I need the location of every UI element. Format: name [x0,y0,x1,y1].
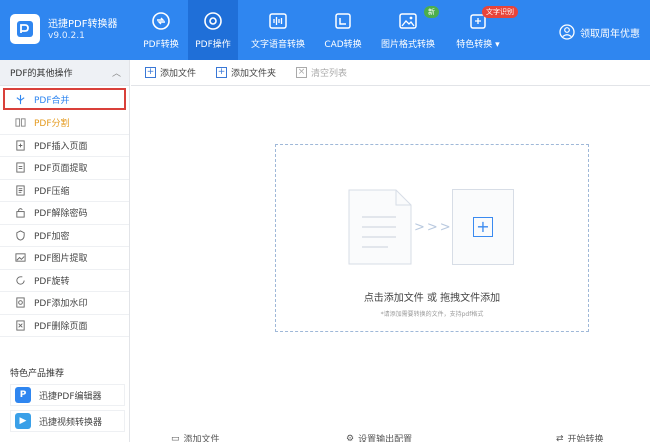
bottom-add-file-label: 添加文件 [183,435,220,442]
user-circle-icon [559,24,575,40]
split-icon [14,117,26,129]
sidebar-item-pdf-insert-page[interactable]: PDF插入页面 [0,135,129,157]
nav-label: CAD转换 [324,40,362,50]
sidebar-item-pdf-watermark[interactable]: PDF添加水印 [0,292,129,315]
add-file-button[interactable]: + 添加文件 [145,66,196,79]
unlock-icon [14,207,26,219]
sidebar-item-pdf-rotate[interactable]: PDF旋转 [0,270,129,292]
plus-icon: + [473,217,493,237]
compress-icon [14,184,26,196]
sidebar-item-label: PDF删除页面 [34,321,88,332]
pdf-editor-icon: P [15,387,31,403]
gear-icon: ⚙ [346,433,355,442]
nav-text-voice[interactable]: 文字语音转换 [246,0,310,60]
sidebar-item-label: PDF页面提取 [34,164,88,175]
sidebar-item-label: PDF旋转 [34,276,70,287]
add-folder-button[interactable]: + 添加文件夹 [216,66,276,79]
sidebar: PDF的其他操作 ︿ PDF合并 PDF分割 PDF插入页面 PDF页面提取 P… [0,60,130,442]
product-label: 迅捷视频转换器 [39,417,103,428]
start-convert-button[interactable]: ⇄ 开始转换 [556,432,604,442]
sidebar-item-pdf-split[interactable]: PDF分割 [0,112,129,135]
sidebar-item-pdf-encrypt[interactable]: PDF加密 [0,225,129,247]
sidebar-item-pdf-unlock[interactable]: PDF解除密码 [0,202,129,225]
sidebar-item-pdf-extract-page[interactable]: PDF页面提取 [0,157,129,180]
nav-label: 特色转换 ▾ [456,40,500,50]
sidebar-item-label: PDF解除密码 [34,209,88,220]
sidebar-item-pdf-merge[interactable]: PDF合并 [3,88,126,110]
cad-icon [332,10,354,32]
dropzone-instruction: 点击添加文件 或 拖拽文件添加 [363,293,501,304]
folder-plus-icon: + [216,67,228,78]
output-settings-label: 设置输出配置 [358,435,413,442]
product-video-converter[interactable]: ▶ 迅捷视频转换器 [10,410,125,432]
image-extract-icon [14,252,26,264]
nav-label: PDF转换 [143,40,179,50]
video-converter-icon: ▶ [15,413,31,429]
convert-arrow-icon: ⇄ [556,433,564,442]
promo-label: 领取周年优惠 [580,28,640,40]
gear-icon [202,10,224,32]
trash-icon: × [296,67,308,78]
add-file-box[interactable]: + [452,189,514,265]
nav-pdf-operations[interactable]: PDF操作 [188,0,238,60]
plus-icon: + [145,67,156,78]
output-settings-button[interactable]: ⚙ 设置输出配置 [346,432,412,442]
sidebar-item-pdf-compress[interactable]: PDF压缩 [0,180,129,202]
sidebar-item-pdf-image-extract[interactable]: PDF图片提取 [0,247,129,270]
insert-page-icon [14,139,26,151]
convert-icon [150,10,172,32]
ocr-badge: 文字识别 [482,6,518,18]
sidebar-item-label: PDF插入页面 [34,141,88,152]
chevron-up-icon: ︿ [111,69,121,79]
image-icon [397,10,419,32]
toolbar: + 添加文件 + 添加文件夹 × 清空列表 [131,60,650,86]
pdf-logo-icon [17,21,33,37]
app-title: 迅捷PDF转换器 [48,19,118,30]
sidebar-header[interactable]: PDF的其他操作 ︿ [0,60,129,86]
shield-icon [14,229,26,241]
bottom-add-file-button[interactable]: ▭ 添加文件 [171,432,220,442]
sidebar-header-label: PDF的其他操作 [10,69,73,79]
dropzone-hint: *请添加需要转换的文件，支持pdf格式 [380,311,484,318]
nav-label: 文字语音转换 [250,40,305,50]
audio-icon [267,10,289,32]
folder-icon: ▭ [171,433,180,442]
nav-cad-convert[interactable]: CAD转换 [318,0,368,60]
watermark-icon [14,297,26,309]
nav-label: 图片格式转换 [380,40,435,50]
file-dropzone[interactable]: >>> + 点击添加文件 或 拖拽文件添加 *请添加需要转换的文件，支持pdf格… [275,144,589,332]
app-version: v9.0.2.1 [48,31,85,41]
sidebar-item-pdf-delete-page[interactable]: PDF删除页面 [0,315,129,337]
add-folder-label: 添加文件夹 [231,69,277,79]
nav-label: PDF操作 [195,40,231,50]
delete-page-icon [14,319,26,331]
sidebar-item-label: PDF压缩 [34,186,70,197]
product-pdf-editor[interactable]: P 迅捷PDF编辑器 [10,384,125,406]
add-file-label: 添加文件 [160,69,197,79]
bottom-bar: ▭ 添加文件 ⚙ 设置输出配置 ⇄ 开始转换 [131,432,650,442]
clear-list-label: 清空列表 [311,69,348,79]
document-icon [348,189,412,265]
sidebar-item-label: PDF加密 [34,231,70,242]
nav-pdf-convert[interactable]: PDF转换 [136,0,186,60]
app-logo [10,14,40,44]
sidebar-item-label: PDF图片提取 [34,254,88,265]
sidebar-item-label: PDF分割 [34,119,70,130]
rotate-icon [14,274,26,286]
sidebar-item-label: PDF合并 [34,95,70,106]
sidebar-item-label: PDF添加水印 [34,299,88,310]
arrows-icon: >>> [414,220,453,235]
product-label: 迅捷PDF编辑器 [39,391,102,402]
chevron-down-icon: ▾ [495,40,500,50]
clear-list-button[interactable]: × 清空列表 [296,66,347,79]
merge-icon [14,93,26,105]
start-convert-label: 开始转换 [567,435,604,442]
promo-link[interactable]: 领取周年优惠 [559,24,640,40]
new-badge: 新 [424,6,439,18]
extract-page-icon [14,162,26,174]
top-bar: 迅捷PDF转换器 v9.0.2.1 PDF转换 PDF操作 文字语音转换 CAD… [0,0,650,60]
featured-products-title: 特色产品推荐 [10,369,65,379]
